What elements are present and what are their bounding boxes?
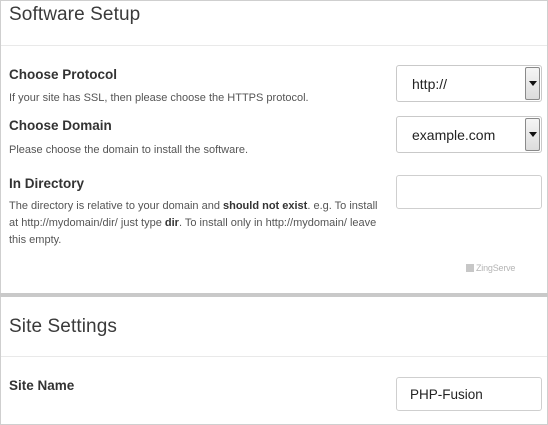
protocol-label: Choose Protocol [9, 67, 118, 82]
site-name-input[interactable]: PHP-Fusion [396, 377, 542, 411]
chevron-down-icon [529, 132, 537, 137]
site-name-input-value: PHP-Fusion [410, 387, 483, 402]
directory-label: In Directory [9, 176, 85, 191]
zingserve-logo-icon [466, 264, 474, 272]
section-rule [1, 45, 547, 46]
section-rule [1, 356, 547, 357]
protocol-select[interactable]: http:// [396, 65, 542, 102]
site-settings-panel: Site Settings Site Name PHP-Fusion [1, 299, 547, 424]
software-setup-panel: Software Setup Choose Protocol If your s… [1, 1, 547, 293]
directory-input[interactable] [396, 175, 542, 209]
protocol-help: If your site has SSL, then please choose… [9, 92, 309, 104]
chevron-down-icon [529, 81, 537, 86]
domain-dropdown-button[interactable] [525, 118, 540, 151]
domain-help: Please choose the domain to install the … [9, 144, 249, 156]
site-name-label: Site Name [9, 378, 75, 393]
domain-select-value: example.com [412, 127, 496, 143]
protocol-select-value: http:// [412, 76, 448, 92]
section-title-software-setup: Software Setup [9, 4, 141, 25]
domain-select[interactable]: example.com [396, 116, 542, 153]
directory-help: The directory is relative to your domain… [9, 200, 378, 246]
zingserve-watermark: ZingServe [466, 263, 515, 273]
section-divider [0, 293, 548, 297]
protocol-dropdown-button[interactable] [525, 67, 540, 100]
domain-label: Choose Domain [9, 118, 112, 133]
section-title-site-settings: Site Settings [9, 316, 117, 337]
